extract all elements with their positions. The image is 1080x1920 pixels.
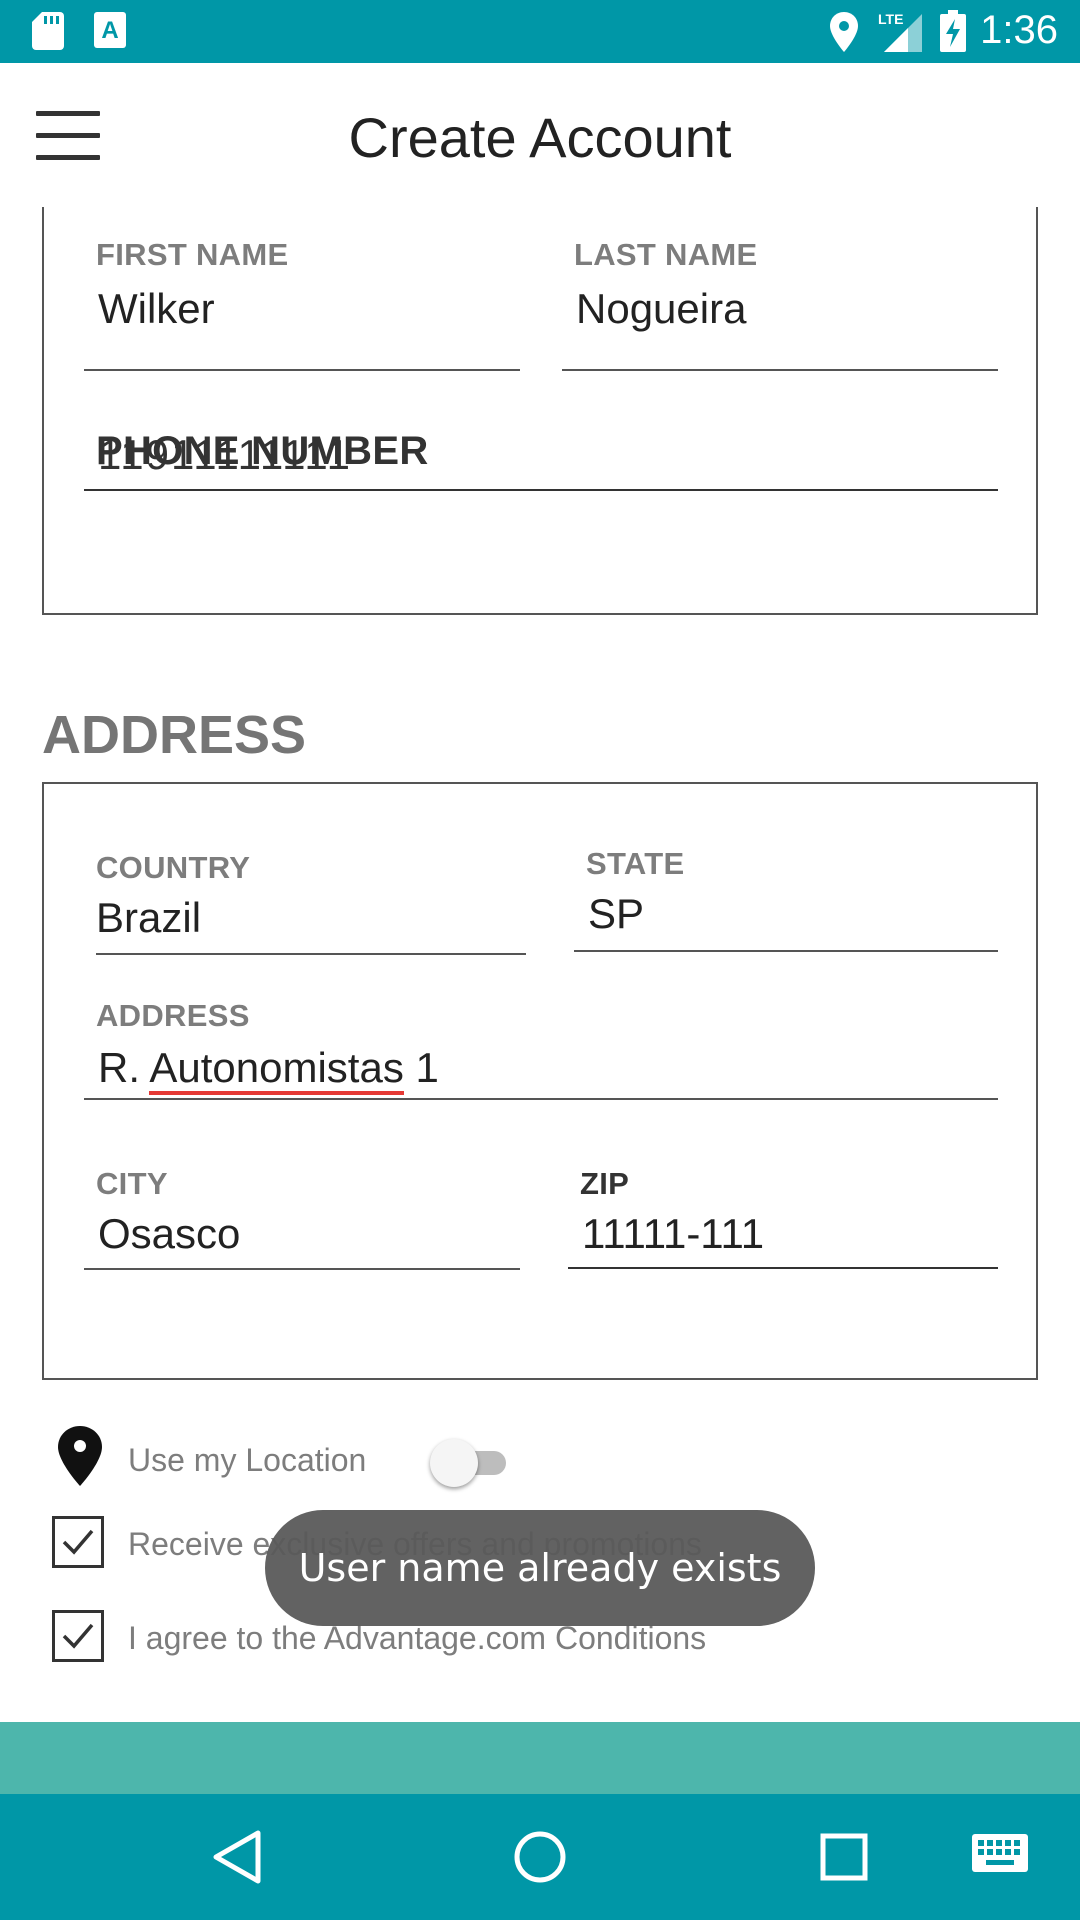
svg-text:A: A (101, 17, 118, 44)
first-name-field[interactable]: FIRST NAME Wilker (84, 227, 520, 371)
status-time: 1:36 (980, 8, 1058, 52)
a-app-icon: A (94, 12, 126, 48)
lte-signal-icon: LTE (878, 11, 922, 52)
country-value: Brazil (96, 894, 202, 941)
recents-icon[interactable] (816, 1827, 872, 1887)
agree-checkbox[interactable] (52, 1610, 104, 1662)
state-field[interactable]: STATE SP (574, 846, 998, 966)
phone-number-field[interactable]: 11911111111 PHONE NUMBER (84, 429, 998, 527)
last-name-field[interactable]: LAST NAME Nogueira (562, 227, 998, 371)
offers-checkbox[interactable] (52, 1516, 104, 1568)
first-name-value: Wilker (98, 285, 215, 332)
svg-text:LTE: LTE (878, 11, 903, 27)
battery-charging-icon (940, 10, 966, 52)
status-bar: A LTE 1:36 (0, 0, 1080, 63)
sd-card-icon (32, 12, 64, 50)
phone-number-label: PHONE NUMBER (96, 429, 429, 473)
spellcheck-underline: Autonomistas (149, 1044, 404, 1095)
address-value: R. Autonomistas 1 (98, 1044, 439, 1095)
location-icon (830, 12, 858, 52)
city-label: CITY (96, 1166, 168, 1201)
zip-value: 11111-111 (582, 1210, 765, 1257)
last-name-value: Nogueira (576, 285, 747, 332)
keyboard-icon[interactable] (972, 1834, 1028, 1878)
location-pin-icon (58, 1426, 102, 1486)
personal-details-panel: FIRST NAME Wilker LAST NAME Nogueira 119… (42, 207, 1038, 615)
toast-message: User name already exists (265, 1510, 815, 1626)
address-panel: COUNTRY Brazil STATE SP ADDRESS R. Auton… (42, 782, 1038, 1380)
country-label: COUNTRY (96, 850, 251, 885)
address-field[interactable]: ADDRESS R. Autonomistas 1 (84, 998, 998, 1118)
system-nav-bar (0, 1794, 1080, 1920)
use-location-label: Use my Location (128, 1442, 367, 1478)
address-section-title: ADDRESS (42, 705, 307, 765)
use-location-toggle[interactable] (430, 1437, 514, 1487)
city-field[interactable]: CITY Osasco (84, 1166, 520, 1286)
home-icon[interactable] (512, 1827, 568, 1887)
zip-field[interactable]: ZIP 11111-111 (568, 1166, 998, 1286)
last-name-label: LAST NAME (574, 237, 758, 272)
back-icon[interactable] (208, 1827, 264, 1887)
first-name-label: FIRST NAME (96, 237, 289, 272)
register-button-strip[interactable] (0, 1722, 1080, 1794)
city-value: Osasco (98, 1210, 241, 1257)
address-label: ADDRESS (96, 998, 250, 1033)
page-title: Create Account (348, 106, 732, 169)
country-field[interactable]: COUNTRY Brazil (96, 850, 526, 970)
app-bar: Create Account (0, 63, 1080, 207)
state-label: STATE (586, 846, 685, 881)
zip-label: ZIP (580, 1166, 630, 1201)
state-value: SP (588, 890, 645, 937)
